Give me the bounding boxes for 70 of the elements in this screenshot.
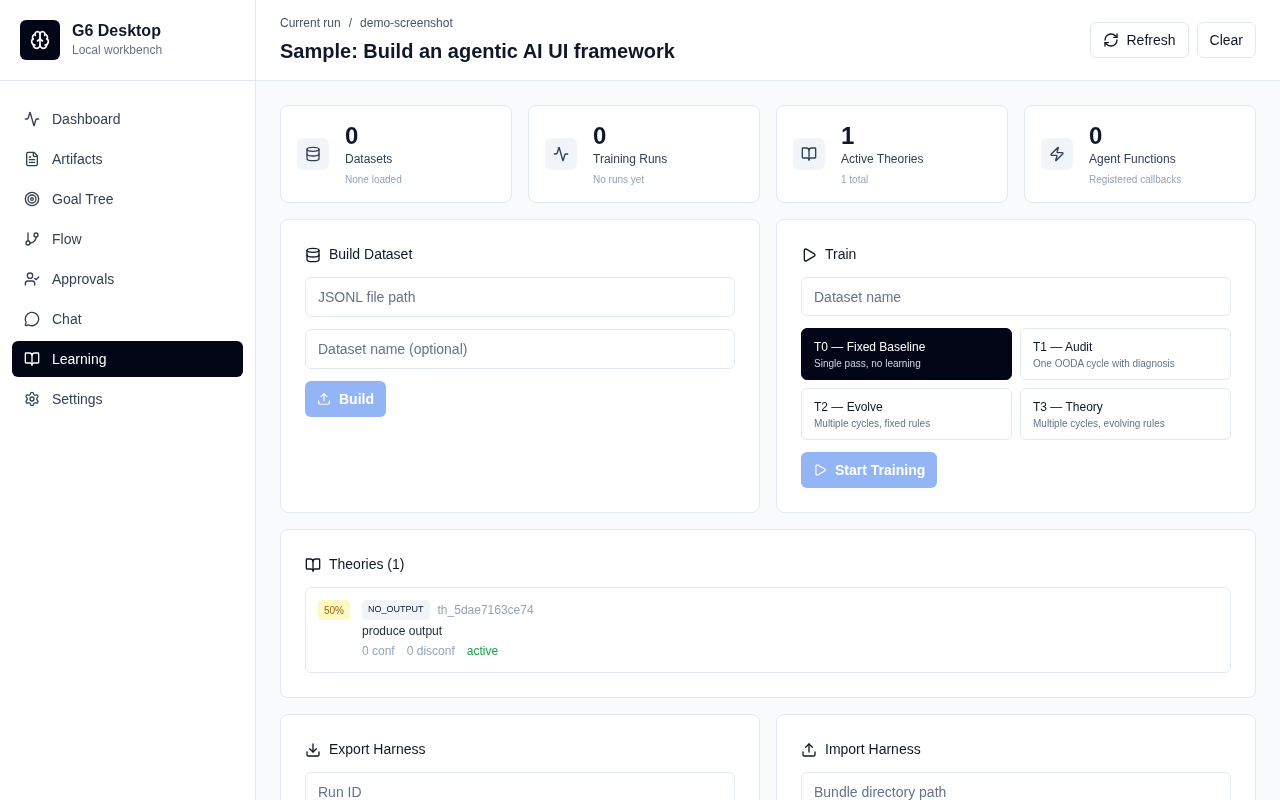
stat-label: Datasets (345, 150, 394, 168)
brain-icon (30, 30, 50, 50)
upload-icon (801, 741, 817, 758)
breadcrumb-item: Current run (280, 15, 341, 32)
confidence-badge: 50% (318, 600, 350, 620)
lightning-icon (1049, 146, 1065, 162)
card-title: Theories (1) (329, 555, 405, 574)
database-icon (305, 246, 321, 263)
text-field[interactable]: Dataset name (801, 277, 1231, 317)
stat-value: 0 (345, 121, 360, 150)
app-subtitle: Local workbench (72, 42, 163, 59)
tier-option[interactable]: T2 — Evolve Multiple cycles, fixed rules (801, 388, 1012, 441)
stat-value: 0 (1089, 121, 1104, 150)
text-field[interactable]: Bundle directory path (801, 772, 1231, 800)
nav-item[interactable]: Artifacts (12, 141, 243, 177)
nav-item[interactable]: Settings (12, 381, 243, 417)
play-icon (813, 463, 827, 478)
document-icon (24, 151, 40, 167)
book-icon (24, 351, 40, 367)
stat-label: Active Theories (841, 150, 924, 168)
status-text: active (466, 643, 499, 660)
theory-id: th_5dae7163ce74 (437, 602, 534, 619)
chat-icon (24, 311, 40, 327)
card-title: Import Harness (825, 740, 921, 759)
book-icon (305, 556, 321, 573)
nav-item[interactable]: Approvals (12, 261, 243, 297)
stat-note: None loaded (345, 172, 402, 187)
target-icon (24, 191, 40, 207)
database-icon (305, 146, 321, 162)
nav-item[interactable]: Goal Tree (12, 181, 243, 217)
stat-value: 1 (841, 121, 856, 150)
nav-item[interactable]: Learning (12, 341, 243, 377)
header-button[interactable]: Refresh (1089, 22, 1189, 58)
stat-note: Registered callbacks (1089, 172, 1182, 187)
stat-note: 1 total (841, 172, 870, 187)
tier-option[interactable]: T0 — Fixed Baseline Single pass, no learning (801, 328, 1012, 381)
text-field[interactable]: JSONL file path (305, 277, 735, 317)
book-icon (801, 146, 817, 162)
stat-note: No runs yet (593, 172, 646, 187)
card-title: Export Harness (329, 740, 426, 759)
text-field[interactable]: Run ID (305, 772, 735, 800)
card-title: Train (825, 245, 857, 264)
breadcrumb-item: / (348, 15, 353, 32)
breadcrumb-item: demo-screenshot (360, 15, 453, 32)
settings-icon (24, 391, 40, 407)
card-title: Build Dataset (329, 245, 413, 264)
theory-text: produce output (362, 623, 444, 640)
nav-item[interactable]: Dashboard (12, 101, 243, 137)
header-button[interactable]: Clear (1196, 22, 1256, 58)
stat-label: Agent Functions (1089, 150, 1177, 168)
play-icon (801, 246, 817, 263)
activity-icon (24, 111, 40, 127)
text-field[interactable]: Dataset name (optional) (305, 329, 735, 369)
upload-icon (317, 392, 331, 406)
app-name: G6 Desktop (72, 21, 162, 41)
download-icon (305, 741, 321, 758)
stat-value: 0 (593, 121, 608, 150)
nav-item[interactable]: Flow (12, 221, 243, 257)
disconf-count: 0 disconf (406, 643, 455, 660)
nav-item[interactable]: Chat (12, 301, 243, 337)
activity-icon (553, 146, 569, 162)
tag-badge: NO_OUTPUT (362, 600, 430, 620)
page-title: Sample: Build an agentic AI UI framework (280, 39, 675, 64)
tier-option[interactable]: T1 — Audit One OODA cycle with diagnosis (1020, 328, 1231, 381)
tier-option[interactable]: T3 — Theory Multiple cycles, evolving rules (1020, 388, 1231, 441)
refresh-icon (1102, 32, 1119, 48)
stat-label: Training Runs (593, 150, 668, 168)
user-check-icon (24, 271, 40, 287)
conf-count: 0 conf (362, 643, 395, 660)
branch-icon (24, 231, 40, 247)
